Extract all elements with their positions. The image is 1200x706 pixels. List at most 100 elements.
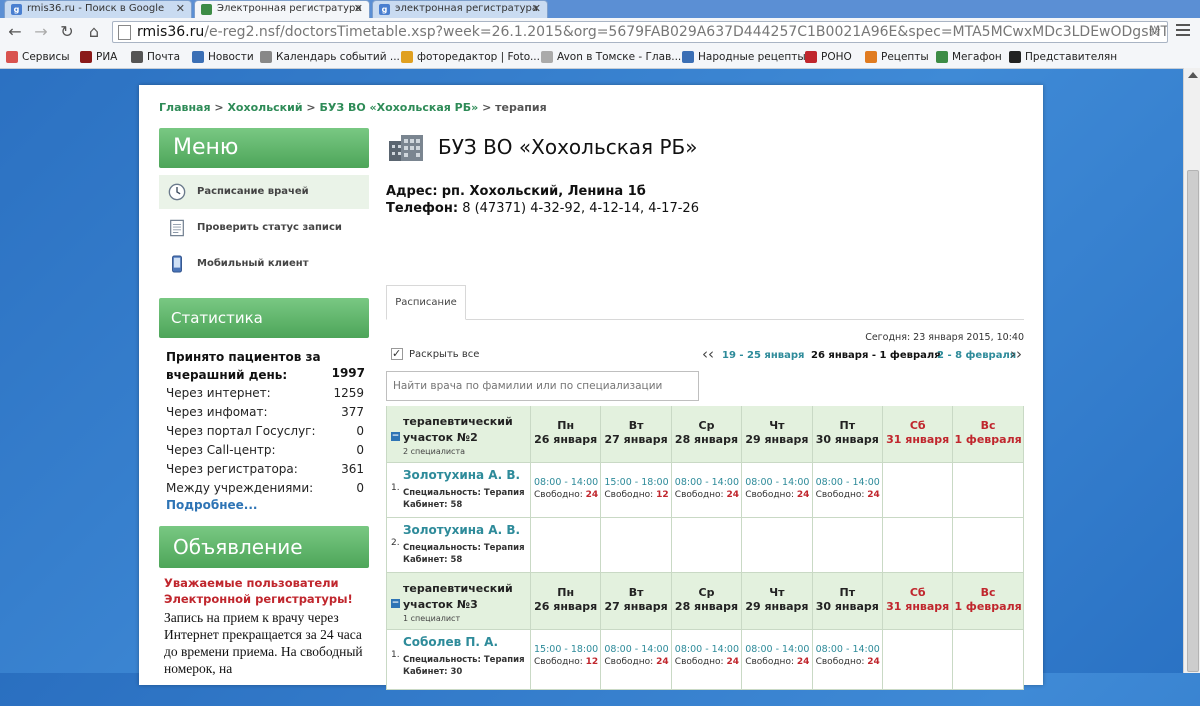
group-name: терапевтический участок №2 (403, 415, 513, 444)
back-arrow-icon[interactable]: ← (5, 22, 25, 42)
page-scrollbar[interactable] (1183, 68, 1200, 673)
slot-free: Свободно: 24 (745, 490, 809, 500)
slot-free-count: 24 (585, 490, 599, 500)
day-date: 31 января (886, 433, 950, 446)
day-of-week: Ср (698, 586, 715, 599)
slot-time[interactable]: 08:00 - 14:00 (604, 644, 668, 655)
time-slot-cell[interactable]: 08:00 - 14:00 Свободно: 24 (742, 463, 813, 518)
slot-time[interactable]: 08:00 - 14:00 (675, 644, 739, 655)
tab-strip-line (386, 319, 1024, 320)
bookmark-representatives[interactable]: Представителян (1009, 50, 1117, 65)
bookmark-star-icon[interactable]: ☆ (1148, 22, 1161, 40)
bookmark-services[interactable]: Сервисы (6, 50, 70, 65)
group-header[interactable]: − терапевтический участок №3 1 специалис… (386, 573, 531, 630)
prev-week-link[interactable]: 19 - 25 января (722, 350, 804, 361)
bookmark-megafon[interactable]: Мегафон (936, 50, 1002, 65)
double-chevron-left-icon[interactable]: ‹‹ (702, 345, 714, 363)
stats-more-link[interactable]: Подробнее... (166, 498, 257, 512)
time-slot-cell[interactable]: 08:00 - 14:00 Свободно: 24 (601, 630, 672, 690)
menu-item-check-status[interactable]: Проверить статус записи (159, 211, 369, 245)
next-week-link[interactable]: 2 - 8 февраля (937, 350, 1016, 361)
bookmark-news[interactable]: Новости (192, 50, 254, 65)
time-slot-cell[interactable]: 08:00 - 14:00 Свободно: 24 (742, 630, 813, 690)
menu-item-mobile-client[interactable]: Мобильный клиент (159, 247, 369, 281)
day-date: 29 января (745, 433, 809, 446)
bookmark-mail[interactable]: Почта (131, 50, 180, 65)
close-icon[interactable]: ✕ (354, 1, 363, 17)
bookmark-folk-recipes[interactable]: Народные рецепты (682, 50, 806, 65)
slot-time[interactable]: 08:00 - 14:00 (745, 644, 809, 655)
slot-time[interactable]: 15:00 - 18:00 (534, 644, 598, 655)
doctor-specialty: Специальность: Терапия (403, 655, 525, 665)
doctor-row: 1. Соболев П. А. Специальность: Терапия К… (386, 630, 531, 690)
double-chevron-right-icon[interactable]: ›› (1010, 345, 1022, 363)
slot-free-label: Свободно: (604, 490, 654, 500)
close-icon[interactable]: ✕ (176, 1, 185, 17)
day-of-week: Пт (839, 419, 856, 432)
browser-tab-google-search[interactable]: g rmis36.ru - Поиск в Google ✕ (4, 0, 192, 18)
slot-time[interactable]: 08:00 - 14:00 (745, 477, 809, 488)
breadcrumb-home[interactable]: Главная (159, 101, 211, 114)
slot-time[interactable]: 08:00 - 14:00 (534, 477, 598, 488)
slot-time[interactable]: 15:00 - 18:00 (604, 477, 668, 488)
slot-free-label: Свободно: (674, 657, 724, 667)
doctor-search-input[interactable] (386, 371, 699, 401)
close-icon[interactable]: ✕ (532, 1, 541, 17)
doctor-name-link[interactable]: Соболев П. А. (403, 635, 498, 649)
forward-arrow-icon[interactable]: → (31, 22, 51, 42)
time-slot-cell[interactable]: 08:00 - 14:00 Свободно: 24 (531, 463, 602, 518)
day-header: Пт 30 января (812, 406, 883, 463)
time-slot-cell[interactable]: 08:00 - 14:00 Свободно: 24 (812, 463, 883, 518)
address-value: рп. Хохольский, Ленина 1б (441, 184, 646, 199)
breadcrumb-district[interactable]: Хохольский (227, 101, 302, 114)
browser-tab-google-search-2[interactable]: g электронная регистратура ✕ (372, 0, 548, 18)
browser-menu-icon[interactable] (1176, 24, 1190, 39)
day-header: Вс 1 февраля (953, 573, 1024, 630)
stat-row: Между учреждениями: 0 (166, 479, 364, 498)
bookmark-events-calendar[interactable]: Календарь событий ... (260, 50, 400, 65)
tab-schedule[interactable]: Расписание (386, 285, 466, 320)
scroll-up-arrow-icon[interactable] (1188, 72, 1198, 78)
doctor-name-link[interactable]: Золотухина А. В. (403, 523, 520, 537)
breadcrumb-organization[interactable]: БУЗ ВО «Хохольская РБ» (319, 101, 478, 114)
empty-slot-cell (883, 630, 954, 690)
browser-tab-e-registry[interactable]: Электронная регистратура ✕ (194, 0, 370, 18)
slot-free: Свободно: 24 (745, 657, 809, 667)
reload-icon[interactable]: ↻ (57, 22, 77, 42)
doctor-name-link[interactable]: Золотухина А. В. (403, 468, 520, 482)
slot-free: Свободно: 24 (675, 657, 739, 667)
day-date: 31 января (886, 600, 950, 613)
menu-item-doctor-schedule[interactable]: Расписание врачей (159, 175, 369, 209)
time-slot-cell[interactable]: 08:00 - 14:00 Свободно: 24 (671, 463, 743, 518)
home-icon[interactable]: ⌂ (84, 22, 104, 42)
slot-free: Свободно: 12 (604, 490, 668, 500)
bookmark-recipes[interactable]: Рецепты (865, 50, 929, 65)
bookmark-avon[interactable]: Avon в Томске - Глав... (541, 50, 681, 65)
empty-slot-cell (883, 518, 954, 573)
doctor-number: 1. (391, 483, 400, 493)
bookmark-photo-editor[interactable]: фоторедактор | Foto... (401, 50, 540, 65)
slot-time[interactable]: 08:00 - 14:00 (816, 644, 880, 655)
rono-icon (805, 51, 817, 63)
time-slot-cell[interactable]: 15:00 - 18:00 Свободно: 12 (531, 630, 602, 690)
time-slot-cell[interactable]: 15:00 - 18:00 Свободно: 12 (601, 463, 672, 518)
expand-all-checkbox[interactable]: ✓ Раскрыть все (391, 348, 479, 360)
collapse-minus-icon[interactable]: − (391, 432, 400, 441)
collapse-minus-icon[interactable]: − (391, 599, 400, 608)
group-header[interactable]: − терапевтический участок №2 2 специалис… (386, 406, 531, 463)
slot-free-count: 12 (656, 490, 669, 500)
empty-slot-cell (531, 518, 602, 573)
day-of-week: Вт (628, 419, 644, 432)
slot-time[interactable]: 08:00 - 14:00 (816, 477, 880, 488)
time-slot-cell[interactable]: 08:00 - 14:00 Свободно: 24 (812, 630, 883, 690)
browser-tab-bar: g rmis36.ru - Поиск в Google ✕ Электронн… (0, 0, 1200, 18)
scroll-thumb[interactable] (1187, 170, 1199, 672)
address-bar[interactable]: rmis36.ru/e-reg2.nsf/doctorsTimetable.xs… (112, 21, 1168, 43)
a-logo-icon (1009, 51, 1021, 63)
today-datetime: Сегодня: 23 января 2015, 10:40 (865, 332, 1024, 343)
slot-time[interactable]: 08:00 - 14:00 (675, 477, 739, 488)
bookmark-rono[interactable]: РОНО (805, 50, 852, 65)
time-slot-cell[interactable]: 08:00 - 14:00 Свободно: 24 (671, 630, 743, 690)
day-of-week: Сб (909, 586, 926, 599)
bookmark-ria[interactable]: РИА (80, 50, 117, 65)
